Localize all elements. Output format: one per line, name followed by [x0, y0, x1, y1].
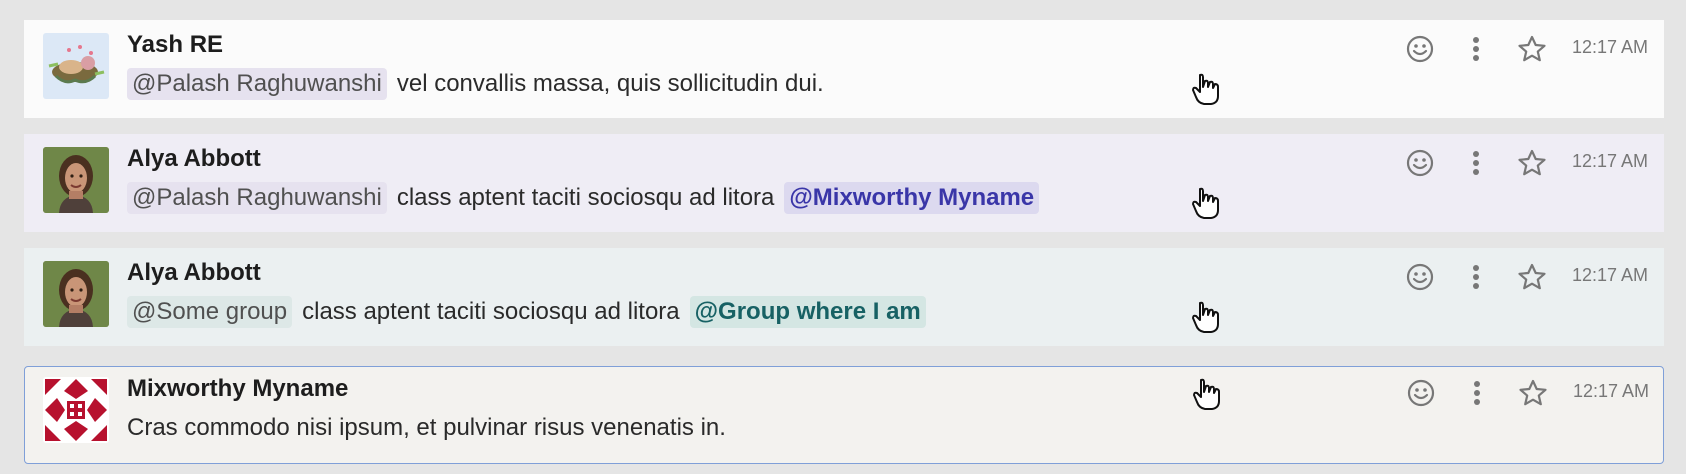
- hand-pointer-icon: [1191, 377, 1223, 411]
- message-timestamp[interactable]: 12:17 AM: [1572, 37, 1648, 58]
- star-outline-icon[interactable]: [1516, 147, 1548, 179]
- message-text: class aptent taciti sociosqu ad litora: [302, 298, 680, 325]
- hand-pointer-icon: [1190, 186, 1222, 220]
- message-row[interactable]: Yash RE @Palash Raghuwanshi vel convalli…: [24, 20, 1664, 118]
- message-timestamp[interactable]: 12:17 AM: [1573, 381, 1649, 402]
- message-actions: [1404, 261, 1548, 293]
- smiley-icon[interactable]: [1404, 33, 1436, 65]
- message-body: @Some group class aptent taciti sociosqu…: [127, 296, 926, 328]
- hand-pointer-icon: [1190, 72, 1222, 106]
- message-text: Cras commodo nisi ipsum, et pulvinar ris…: [127, 414, 726, 441]
- message-actions: [1405, 377, 1549, 409]
- geometric-pattern-avatar-icon[interactable]: [43, 377, 109, 443]
- user-mention[interactable]: @Palash Raghuwanshi: [127, 68, 387, 100]
- group-mention[interactable]: @Some group: [127, 296, 293, 328]
- bird-nest-avatar-icon[interactable]: [43, 33, 109, 99]
- message-author[interactable]: Yash RE: [127, 31, 223, 59]
- message-text: vel convallis massa, quis sollicitudin d…: [396, 70, 824, 97]
- message-actions: [1404, 33, 1548, 65]
- message-body: Cras commodo nisi ipsum, et pulvinar ris…: [127, 414, 726, 442]
- vertical-ellipsis-icon[interactable]: [1461, 377, 1493, 409]
- smiley-icon[interactable]: [1404, 261, 1436, 293]
- smiley-icon[interactable]: [1404, 147, 1436, 179]
- message-timestamp[interactable]: 12:17 AM: [1572, 265, 1648, 286]
- selected-message-row[interactable]: Mixworthy Myname Cras commodo nisi ipsum…: [24, 366, 1664, 464]
- message-text: class aptent taciti sociosqu ad litora: [396, 184, 775, 211]
- star-outline-icon[interactable]: [1516, 261, 1548, 293]
- smiley-icon[interactable]: [1405, 377, 1437, 409]
- message-author[interactable]: Mixworthy Myname: [127, 375, 348, 403]
- message-body: @Palash Raghuwanshi vel convallis massa,…: [127, 68, 824, 100]
- portrait-avatar-icon[interactable]: [43, 261, 109, 327]
- message-row[interactable]: Alya Abbott @Palash Raghuwanshi class ap…: [24, 134, 1664, 232]
- portrait-avatar-icon[interactable]: [43, 147, 109, 213]
- vertical-ellipsis-icon[interactable]: [1460, 147, 1492, 179]
- star-outline-icon[interactable]: [1516, 33, 1548, 65]
- self-user-mention[interactable]: @Mixworthy Myname: [784, 182, 1040, 214]
- star-outline-icon[interactable]: [1517, 377, 1549, 409]
- message-actions: [1404, 147, 1548, 179]
- message-author[interactable]: Alya Abbott: [127, 259, 261, 287]
- vertical-ellipsis-icon[interactable]: [1460, 33, 1492, 65]
- hand-pointer-icon: [1190, 300, 1222, 334]
- message-row[interactable]: Alya Abbott @Some group class aptent tac…: [24, 248, 1664, 346]
- message-timestamp[interactable]: 12:17 AM: [1572, 151, 1648, 172]
- user-mention[interactable]: @Palash Raghuwanshi: [127, 182, 387, 214]
- vertical-ellipsis-icon[interactable]: [1460, 261, 1492, 293]
- message-body: @Palash Raghuwanshi class aptent taciti …: [127, 182, 1040, 214]
- self-group-mention[interactable]: @Group where I am: [689, 296, 926, 328]
- message-author[interactable]: Alya Abbott: [127, 145, 261, 173]
